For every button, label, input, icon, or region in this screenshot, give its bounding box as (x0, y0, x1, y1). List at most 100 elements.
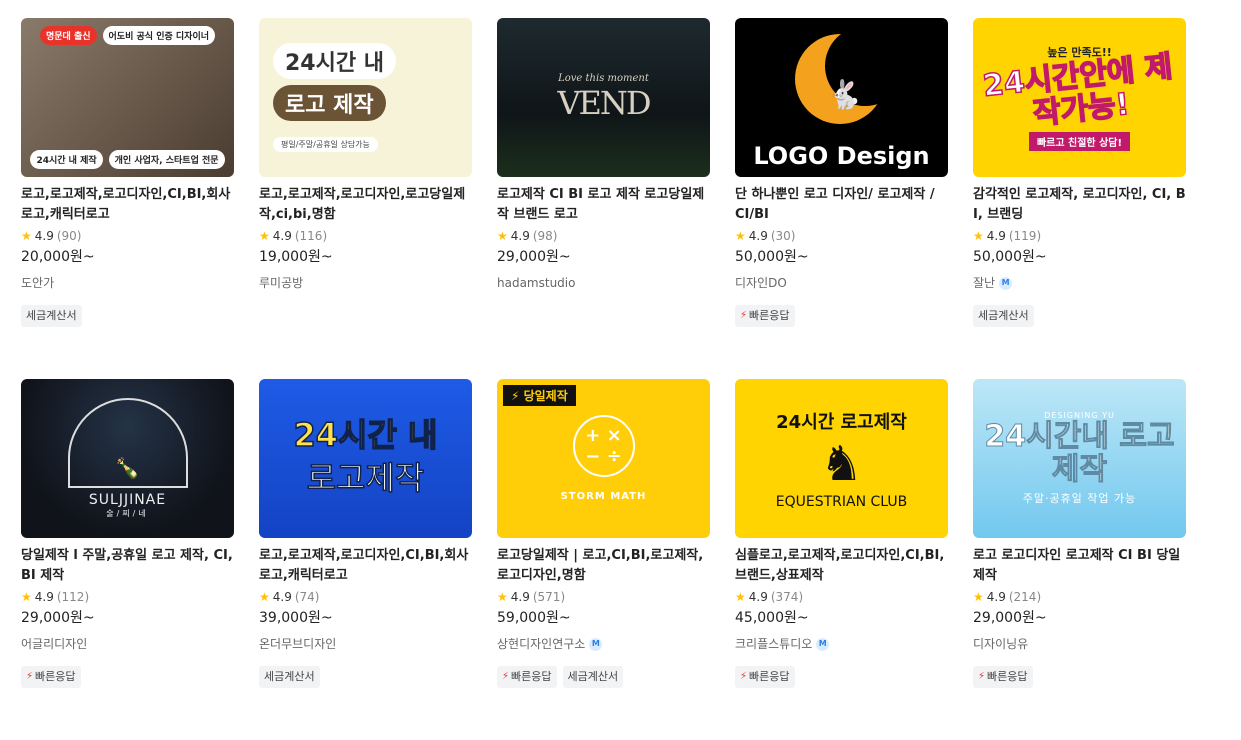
gig-thumbnail[interactable]: ⚡ 당일제작 + × − ÷ STORM MATH (497, 379, 710, 538)
gig-card[interactable]: 명문대 출신 어도비 공식 인증 디자이너 24시간 내 제작 개인 사업자, 스타… (21, 18, 234, 379)
review-count: (119) (1008, 229, 1042, 243)
gig-thumbnail[interactable]: 명문대 출신 어도비 공식 인증 디자이너 24시간 내 제작 개인 사업자, 스타… (21, 18, 234, 177)
tax-invoice-tag: 세금계산서 (21, 305, 82, 327)
thumb-text: 24시간 내 (273, 43, 396, 79)
rating: ★ 4.9 (119) (973, 228, 1186, 244)
rating-value: 4.9 (986, 590, 1006, 604)
seller-name[interactable]: 도안가 (21, 275, 54, 291)
tag-list: ⚡ 빠른응답 (21, 666, 234, 688)
math-icon: + × − ÷ (572, 415, 635, 477)
gig-thumbnail[interactable]: 24시간 로고제작 ♞ EQUESTRIAN CLUB (735, 379, 948, 538)
gig-title[interactable]: 로고당일제작 | 로고,CI,BI,로고제작,로고디자인,명함 (497, 546, 710, 586)
seller: 도안가 (21, 275, 234, 291)
gig-title[interactable]: 심플로고,로고제작,로고디자인,CI,BI,브랜드,상표제작 (735, 546, 948, 586)
tag-list: ⚡ 빠른응답 세금계산서 (497, 666, 710, 688)
seller: 상현디자인연구소 M (497, 636, 710, 652)
star-icon: ★ (973, 229, 984, 243)
gig-title[interactable]: 로고,로고제작,로고디자인,CI,BI,회사로고,캐릭터로고 (259, 546, 472, 586)
fast-response-tag: ⚡ 빠른응답 (735, 666, 795, 688)
gig-card[interactable]: DESIGNING YU 24시간내 로고제작 주말·공휴일 작업 가능 로고 … (973, 379, 1186, 740)
gig-card[interactable]: 🍾 SULJJINAE 술/찌/네 당일제작 l 주말,공휴일 로고 제작, C… (21, 379, 234, 740)
m-badge-icon: M (999, 276, 1013, 290)
tag-label: 빠른응답 (35, 670, 76, 683)
gig-thumbnail[interactable]: 24시간 내 로고제작 (259, 379, 472, 538)
m-badge-icon: M (816, 637, 830, 651)
gig-thumbnail[interactable]: 🍾 SULJJINAE 술/찌/네 (21, 379, 234, 538)
rating-value: 4.9 (272, 229, 292, 243)
rating-value: 4.9 (34, 590, 54, 604)
seller-name[interactable]: 크리플스튜디오 (735, 636, 812, 652)
lightning-icon: ⚡ (502, 671, 510, 682)
seller: 루미공방 (259, 275, 472, 291)
gig-title[interactable]: 당일제작 l 주말,공휴일 로고 제작, CI, BI 제작 (21, 546, 234, 586)
star-icon: ★ (21, 229, 32, 243)
gig-thumbnail[interactable]: 24시간 내 로고 제작 평일/주말/공휴일 상담가능 (259, 18, 472, 177)
seller-name[interactable]: 어글리디자인 (21, 636, 87, 652)
rating: ★ 4.9 (112) (21, 589, 234, 605)
star-icon: ★ (259, 590, 270, 604)
gig-title[interactable]: 단 하나뿐인 로고 디자인/ 로고제작 / CI/BI (735, 185, 948, 225)
thumb-text: 24시간 로고제작 (776, 411, 907, 433)
fast-response-tag: ⚡ 빠른응답 (21, 666, 81, 688)
gig-title[interactable]: 감각적인 로고제작, 로고디자인, CI, BI, 브랜딩 (973, 185, 1186, 225)
star-icon: ★ (735, 229, 746, 243)
thumb-text: 24시간내 로고제작 (984, 419, 1175, 487)
thumb-text: STORM MATH (560, 491, 647, 502)
gig-card[interactable]: 높은 만족도!! 24시간안에 제작가능! 빠르고 친절한 상담! 감각적인 로… (973, 18, 1186, 379)
review-count: (98) (532, 229, 558, 243)
gig-thumbnail[interactable]: 높은 만족도!! 24시간안에 제작가능! 빠르고 친절한 상담! (973, 18, 1186, 177)
rating-value: 4.9 (748, 590, 768, 604)
thumb-text: Love this moment (558, 73, 649, 84)
thumb-text: 술/찌/네 (106, 509, 149, 518)
gig-title[interactable]: 로고,로고제작,로고디자인,CI,BI,회사로고,캐릭터로고 (21, 185, 234, 225)
gig-thumbnail[interactable]: Love this moment VEND (497, 18, 710, 177)
seller-name[interactable]: 디자인DO (735, 275, 787, 291)
price: 59,000원~ (497, 610, 571, 626)
price: 19,000원~ (259, 249, 333, 265)
gig-card[interactable]: 24시간 내 로고 제작 평일/주말/공휴일 상담가능 로고,로고제작,로고디자… (259, 18, 472, 379)
gig-card[interactable]: 🐇 LOGO Design 단 하나뿐인 로고 디자인/ 로고제작 / CI/B… (735, 18, 948, 379)
seller: 어글리디자인 (21, 636, 234, 652)
gig-thumbnail[interactable]: 🐇 LOGO Design (735, 18, 948, 177)
seller-name[interactable]: 디자이닝유 (973, 636, 1028, 652)
gig-card[interactable]: ⚡ 당일제작 + × − ÷ STORM MATH 로고당일제작 | 로고,CI,… (497, 379, 710, 740)
gig-card[interactable]: 24시간 내 로고제작 로고,로고제작,로고디자인,CI,BI,회사로고,캐릭터… (259, 379, 472, 740)
seller: 크리플스튜디오 M (735, 636, 948, 652)
seller-name[interactable]: 잘난 (973, 275, 995, 291)
tax-invoice-tag: 세금계산서 (562, 666, 624, 688)
thumb-pill: 명문대 출신 (39, 26, 97, 45)
tag-label: 빠른응답 (987, 670, 1028, 683)
gig-card[interactable]: Love this moment VEND 로고제작 CI BI 로고 제작 로… (497, 18, 710, 379)
seller-name[interactable]: 루미공방 (259, 275, 303, 291)
building-icon: 🍾 (67, 398, 188, 488)
review-count: (90) (56, 229, 82, 243)
star-icon: ★ (973, 590, 984, 604)
tag-list: 세금계산서 (21, 305, 234, 327)
gig-card[interactable]: 24시간 로고제작 ♞ EQUESTRIAN CLUB 심플로고,로고제작,로고… (735, 379, 948, 740)
tag-list (497, 305, 710, 327)
rating: ★ 4.9 (30) (735, 228, 948, 244)
thumb-flag: ⚡ 당일제작 (503, 385, 576, 406)
seller: hadamstudio (497, 275, 710, 291)
seller-name[interactable]: 상현디자인연구소 (497, 636, 585, 652)
gig-thumbnail[interactable]: DESIGNING YU 24시간내 로고제작 주말·공휴일 작업 가능 (973, 379, 1186, 538)
lightning-icon: ⚡ (978, 671, 986, 682)
seller: 잘난 M (973, 275, 1186, 291)
thumb-text: 24시간 내 (293, 415, 439, 454)
tag-label: 빠른응답 (511, 670, 552, 683)
gig-title[interactable]: 로고 로고디자인 로고제작 CI BI 당일제작 (973, 546, 1186, 586)
gig-title[interactable]: 로고제작 CI BI 로고 제작 로고당일제작 브랜드 로고 (497, 185, 710, 225)
thumb-pill: 개인 사업자, 스타트업 전문 (108, 150, 225, 169)
gig-title[interactable]: 로고,로고제작,로고디자인,로고당일제작,ci,bi,명함 (259, 185, 472, 225)
rating-value: 4.9 (748, 229, 768, 243)
seller: 온더무브디자인 (259, 636, 472, 652)
thumb-logo: VEND (557, 84, 651, 122)
thumb-text: 로고제작 (306, 458, 425, 498)
gig-grid: 명문대 출신 어도비 공식 인증 디자이너 24시간 내 제작 개인 사업자, 스타… (21, 18, 1186, 740)
price: 29,000원~ (497, 249, 571, 265)
price: 50,000원~ (735, 249, 809, 265)
seller-name[interactable]: 온더무브디자인 (259, 636, 336, 652)
seller-name[interactable]: hadamstudio (497, 275, 575, 291)
review-count: (112) (56, 590, 90, 604)
review-count: (571) (532, 590, 566, 604)
